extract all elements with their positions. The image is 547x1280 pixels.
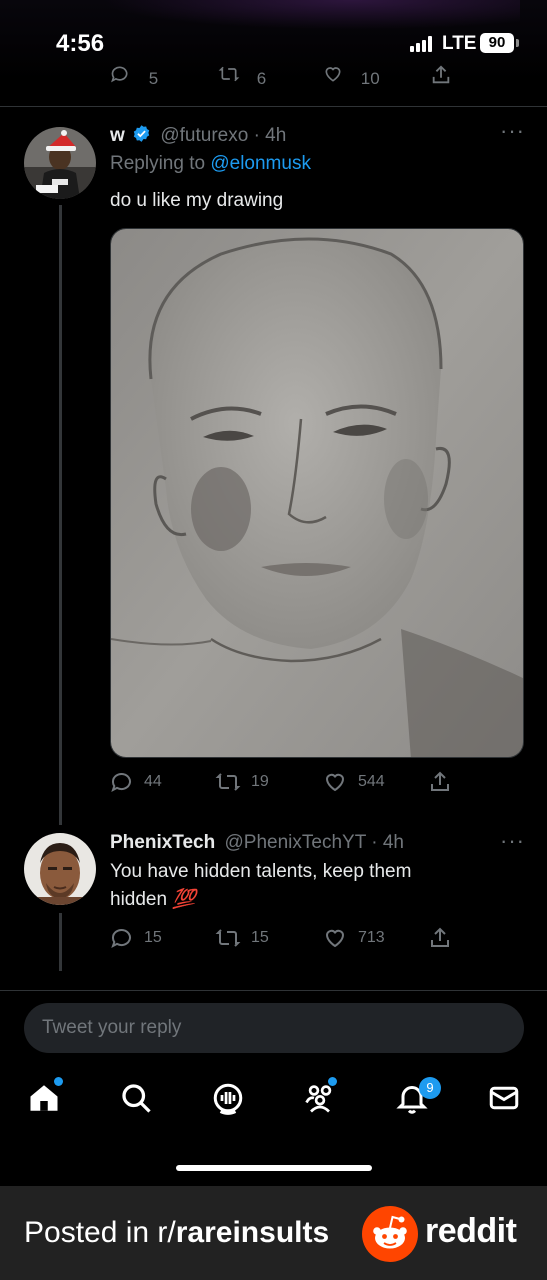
reply-icon — [111, 929, 131, 949]
more-options-icon[interactable]: ··· — [500, 118, 525, 144]
replying-to-mention[interactable]: @elonmusk — [210, 153, 311, 174]
reddit-wordmark: reddit — [425, 1212, 517, 1250]
reply-retweet-action[interactable]: 15 — [215, 926, 269, 950]
search-icon — [122, 1084, 151, 1113]
divider — [0, 106, 547, 107]
retweet-icon — [218, 66, 240, 82]
spaces-icon — [213, 1083, 243, 1115]
tab-home[interactable] — [26, 1077, 66, 1120]
reply-text-line2: hidden 💯 — [110, 886, 411, 914]
retweet-action[interactable]: 19 — [215, 770, 269, 794]
divider — [0, 990, 547, 991]
replying-to-label: Replying to — [110, 153, 206, 174]
status-glow — [100, 0, 520, 30]
prev-retweet-action[interactable]: 6 — [218, 64, 266, 89]
retweet-count: 19 — [251, 773, 269, 790]
share-action[interactable] — [428, 770, 462, 794]
reply-reply-count: 15 — [144, 929, 162, 946]
tab-communities[interactable] — [302, 1077, 342, 1120]
posted-in-prefix: Posted in r/ — [24, 1216, 176, 1249]
retweet-icon — [215, 773, 241, 791]
reply-like-count: 713 — [358, 929, 385, 946]
prev-retweet-count: 6 — [256, 69, 267, 88]
reply-reply-action[interactable]: 15 — [110, 926, 162, 950]
prev-like-action[interactable]: 10 — [322, 64, 380, 89]
like-icon — [325, 773, 345, 792]
network-label: LTE — [442, 33, 477, 54]
reply-retweet-count: 15 — [251, 929, 269, 946]
avatar-image — [24, 833, 96, 905]
reply-display-name[interactable]: PhenixTech — [110, 832, 215, 853]
reply-icon — [111, 773, 131, 793]
reply-header: PhenixTech @PhenixTechYT · 4h — [110, 832, 404, 854]
tweet-media-image[interactable] — [110, 228, 524, 758]
reply-user-handle[interactable]: @PhenixTechYT — [225, 832, 366, 853]
notification-badge: 9 — [419, 1077, 441, 1099]
display-name[interactable]: w — [110, 125, 125, 146]
reply-more-options-icon[interactable]: ··· — [500, 828, 525, 854]
posted-in-label: Posted in r/rareinsults — [24, 1216, 329, 1250]
reply-count: 44 — [144, 773, 162, 790]
reply-action[interactable]: 44 — [110, 770, 162, 794]
reply-share-action[interactable] — [428, 926, 462, 950]
reply-text-line1: You have hidden talents, keep them — [110, 861, 412, 882]
share-icon — [431, 927, 449, 947]
tab-search[interactable] — [118, 1080, 158, 1120]
prev-reply-action[interactable]: 5 — [110, 64, 158, 89]
status-time: 4:56 — [56, 30, 105, 57]
tweet-reply-input[interactable]: Tweet your reply — [24, 1003, 524, 1053]
user-handle[interactable]: @futurexo — [160, 125, 248, 146]
previous-tweet-actions: 5 6 10 — [0, 60, 547, 88]
pencil-portrait-drawing — [111, 229, 523, 757]
reddit-watermark-bar: Posted in r/rareinsults reddit — [0, 1186, 547, 1280]
reply-text-word: hidden — [110, 889, 168, 910]
reply-like-action[interactable]: 713 — [322, 926, 385, 950]
reply-icon — [111, 66, 128, 83]
signal-icon — [410, 36, 436, 52]
messages-icon — [489, 1086, 519, 1110]
like-icon — [325, 929, 345, 948]
reply-text: You have hidden talents, keep them hidde… — [110, 858, 411, 914]
hundred-points-emoji: 💯 — [172, 889, 197, 910]
tab-notifications[interactable]: 9 — [394, 1077, 441, 1120]
tweet-time: · 4h — [253, 125, 287, 146]
tab-messages[interactable] — [486, 1080, 526, 1120]
prev-like-count: 10 — [360, 69, 380, 88]
retweet-icon — [215, 929, 241, 947]
battery-icon: 90 — [480, 33, 514, 53]
like-icon — [325, 67, 341, 82]
prev-share-action[interactable] — [430, 64, 452, 91]
like-action[interactable]: 544 — [322, 770, 385, 794]
avatar-image — [24, 127, 96, 199]
verified-badge-icon — [133, 125, 150, 142]
tweet-text: do u like my drawing — [110, 190, 284, 211]
subreddit-name: rareinsults — [175, 1216, 330, 1249]
replying-to: Replying to @elonmusk — [110, 153, 311, 175]
communities-dot — [328, 1077, 337, 1086]
prev-reply-count: 5 — [148, 69, 159, 88]
avatar[interactable] — [24, 833, 96, 905]
avatar[interactable] — [24, 127, 96, 199]
home-indicator[interactable] — [176, 1165, 372, 1171]
like-count: 544 — [358, 773, 385, 790]
tab-spaces[interactable] — [210, 1080, 250, 1120]
reply-time: · 4h — [371, 832, 404, 853]
battery-nub — [516, 39, 519, 47]
tweet-header: w @futurexo · 4h — [110, 124, 286, 147]
reddit-logo-icon — [362, 1206, 418, 1262]
thread-line-short — [59, 913, 62, 971]
home-dot — [54, 1077, 63, 1086]
thread-line — [59, 205, 62, 825]
share-icon — [431, 771, 449, 791]
share-icon — [432, 65, 450, 84]
